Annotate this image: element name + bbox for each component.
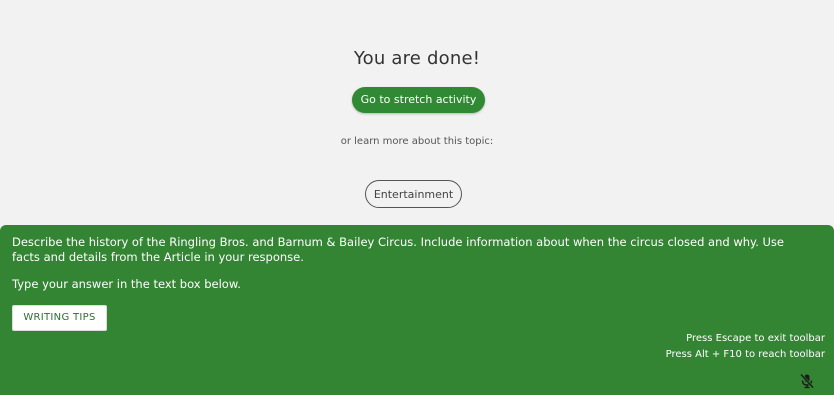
microphone-off-icon — [798, 372, 816, 390]
escape-toolbar-hint: Press Escape to exit toolbar — [686, 333, 825, 344]
learn-more-text: or learn more about this topic: — [340, 136, 494, 147]
microphone-toggle-button[interactable] — [798, 372, 816, 390]
prompt-question: Describe the history of the Ringling Bro… — [12, 235, 784, 264]
topic-chip-entertainment[interactable]: Entertainment — [365, 180, 462, 208]
writing-tips-button[interactable]: WRITING TIPS — [12, 305, 107, 331]
alt-f10-toolbar-hint: Press Alt + F10 to reach toolbar — [665, 349, 825, 360]
writing-prompt-panel: Describe the history of the Ringling Bro… — [0, 225, 834, 395]
page-title: You are done! — [353, 48, 481, 69]
stretch-activity-button[interactable]: Go to stretch activity — [352, 87, 485, 113]
prompt-instruction: Type your answer in the text box below. — [12, 277, 241, 291]
